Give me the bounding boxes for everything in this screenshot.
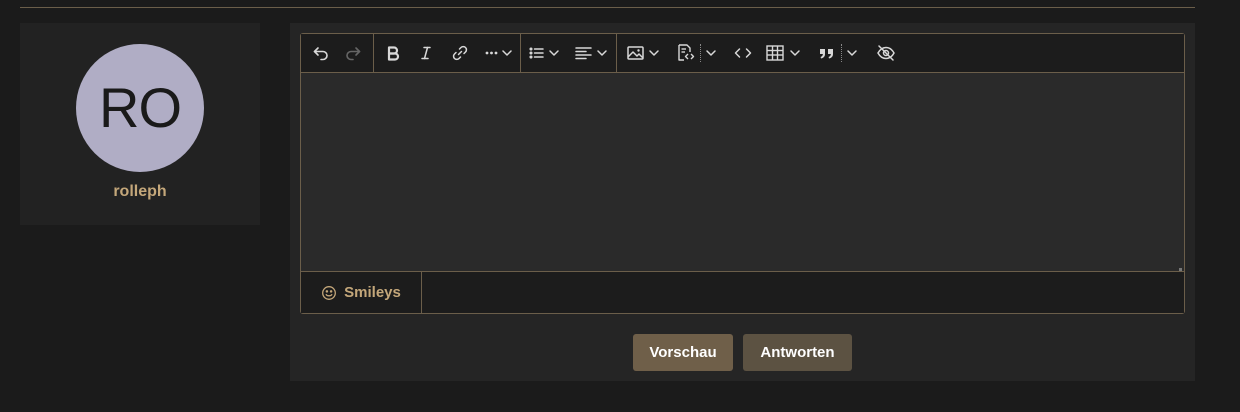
italic-icon[interactable] bbox=[414, 41, 438, 65]
toolbar-separator bbox=[373, 34, 374, 72]
preview-button[interactable]: Vorschau bbox=[633, 334, 733, 371]
top-divider bbox=[20, 7, 1195, 8]
editor-toolbar bbox=[301, 34, 1184, 73]
resize-handle[interactable] bbox=[1179, 268, 1182, 271]
image-dropdown[interactable] bbox=[625, 41, 663, 65]
reply-panel: Smileys Vorschau Antworten bbox=[290, 23, 1195, 381]
eye-off-icon[interactable] bbox=[874, 41, 898, 65]
rich-text-editor: Smileys bbox=[300, 33, 1185, 314]
toolbar-separator bbox=[520, 34, 521, 72]
table-dropdown[interactable] bbox=[764, 41, 804, 65]
chevron-down-icon[interactable] bbox=[703, 41, 719, 65]
inline-code-icon[interactable] bbox=[731, 41, 755, 65]
smileys-button[interactable]: Smileys bbox=[301, 272, 422, 313]
redo-icon[interactable] bbox=[341, 41, 365, 65]
align-dropdown[interactable] bbox=[573, 41, 611, 65]
quote-icon[interactable] bbox=[815, 41, 839, 65]
user-card: RO rolleph bbox=[20, 23, 260, 225]
avatar[interactable]: RO bbox=[76, 44, 204, 172]
reply-button[interactable]: Antworten bbox=[743, 334, 852, 371]
smiley-icon bbox=[321, 285, 337, 301]
toolbar-dotted-separator bbox=[700, 44, 701, 62]
username-link[interactable]: rolleph bbox=[20, 183, 260, 201]
list-dropdown[interactable] bbox=[527, 41, 563, 65]
toolbar-dotted-separator bbox=[841, 44, 842, 62]
undo-icon[interactable] bbox=[309, 41, 333, 65]
smileys-label: Smileys bbox=[344, 284, 401, 301]
chevron-down-icon[interactable] bbox=[844, 41, 860, 65]
message-textarea[interactable] bbox=[301, 73, 1184, 272]
editor-footer: Smileys bbox=[301, 272, 1184, 313]
more-options-dropdown[interactable] bbox=[481, 41, 517, 65]
toolbar-separator bbox=[616, 34, 617, 72]
link-icon[interactable] bbox=[448, 41, 472, 65]
code-block-icon[interactable] bbox=[673, 41, 697, 65]
bold-icon[interactable] bbox=[381, 41, 405, 65]
